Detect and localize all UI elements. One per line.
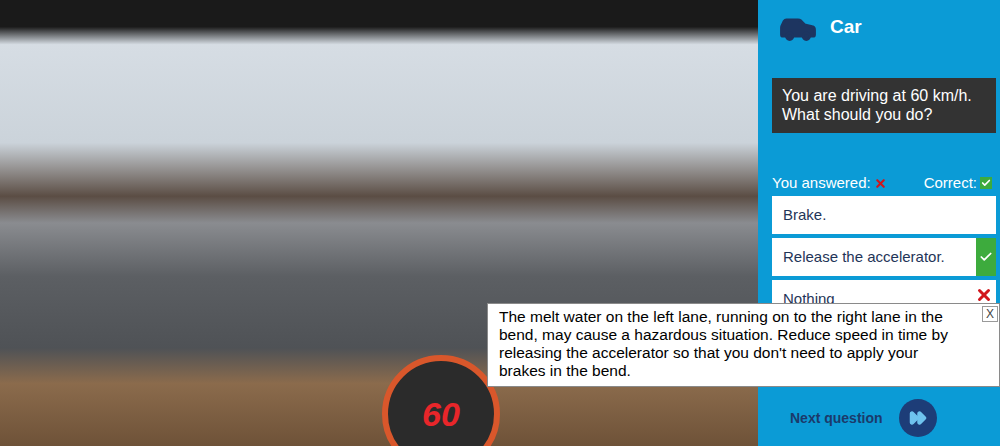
next-icon bbox=[899, 399, 937, 437]
correct-marker bbox=[976, 238, 996, 276]
check-box-icon bbox=[980, 177, 992, 189]
tooltip-line: bend, may cause a hazardous situation. R… bbox=[499, 326, 975, 344]
app: 60 Car You are driving at 60 km/h.What sho… bbox=[0, 0, 1000, 446]
check-icon bbox=[979, 250, 993, 264]
tooltip-line: brakes in the bend. bbox=[499, 362, 975, 380]
question-box: You are driving at 60 km/h.What should y… bbox=[772, 78, 996, 133]
answer-option[interactable]: Release the accelerator. bbox=[772, 238, 996, 276]
correct-legend: Correct: bbox=[924, 172, 992, 195]
category-title: Car bbox=[830, 13, 862, 42]
answered-legend: You answered: bbox=[772, 172, 887, 195]
answer-legend: You answered: Correct: bbox=[772, 173, 996, 193]
car-icon bbox=[778, 8, 818, 48]
answer-option[interactable]: Brake. bbox=[772, 196, 996, 234]
answer-label: Brake. bbox=[772, 196, 996, 234]
answer-label: Release the accelerator. bbox=[772, 238, 976, 276]
question-line: What should you do? bbox=[782, 105, 986, 124]
next-question-button[interactable]: Next question bbox=[772, 399, 996, 437]
tooltip-line: The melt water on the left lane, running… bbox=[499, 308, 975, 326]
tooltip-line: releasing the accelerator so that you do… bbox=[499, 344, 975, 362]
panel-header: Car bbox=[772, 0, 996, 55]
question-line: You are driving at 60 km/h. bbox=[782, 86, 986, 105]
close-button[interactable]: X bbox=[982, 306, 998, 322]
speed-reading: 60 bbox=[422, 395, 460, 433]
x-icon bbox=[975, 286, 993, 304]
answer-list: Brake.Release the accelerator.Nothing bbox=[772, 196, 996, 318]
x-icon bbox=[874, 177, 887, 190]
explanation-tooltip: The melt water on the left lane, running… bbox=[487, 303, 1000, 387]
speedometer: 60 bbox=[382, 355, 500, 446]
